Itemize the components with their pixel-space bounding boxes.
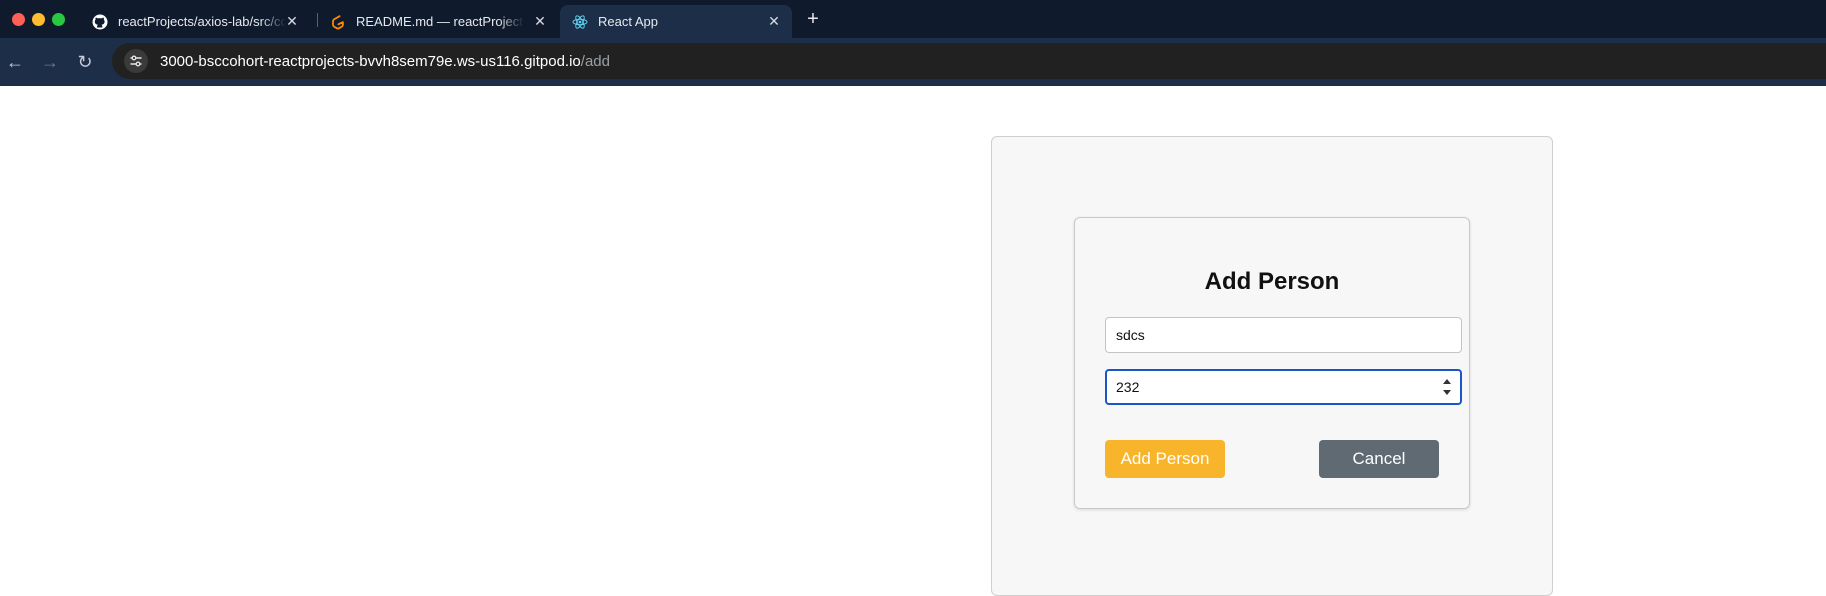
tab-github[interactable]: reactProjects/axios-lab/src/co ✕ [80,5,310,38]
minimize-window-button[interactable] [32,13,45,26]
age-input-value: 232 [1116,379,1140,395]
new-tab-icon[interactable]: + [802,8,824,30]
age-input[interactable]: 232 [1105,369,1462,405]
add-person-form: Add Person sdcs 232 Add Person Cancel [1074,217,1470,509]
react-icon [572,14,588,30]
browser-tab-bar: reactProjects/axios-lab/src/co ✕ README.… [0,0,1826,38]
name-input-value: sdcs [1116,327,1145,343]
add-person-button[interactable]: Add Person [1105,440,1225,478]
reload-icon[interactable]: ↻ [73,50,97,74]
gitpod-icon [330,14,346,30]
forward-arrow-icon[interactable]: → [38,50,62,74]
back-arrow-icon[interactable]: ← [3,50,27,74]
tab-gitpod-readme[interactable]: README.md — reactProjects ✕ [318,5,558,38]
form-title: Add Person [1204,268,1340,295]
tab-title: React App [598,14,658,29]
tab-close-icon[interactable]: ✕ [284,13,300,29]
tab-react-app[interactable]: React App ✕ [560,5,792,38]
site-settings-icon[interactable] [124,49,148,73]
tab-close-icon[interactable]: ✕ [766,13,782,29]
browser-toolbar: ← → ↻ 3000-bsccohort-reactprojects-bvvh8… [0,38,1826,86]
url-path: /add [580,52,610,70]
github-icon [92,14,108,30]
address-bar[interactable]: 3000-bsccohort-reactprojects-bvvh8sem79e… [112,43,1826,79]
cancel-button[interactable]: Cancel [1319,440,1439,478]
number-stepper-icon[interactable] [1442,379,1452,395]
close-window-button[interactable] [12,13,25,26]
name-input[interactable]: sdcs [1105,317,1462,353]
maximize-window-button[interactable] [52,13,65,26]
tab-title: reactProjects/axios-lab/src/co [118,14,286,29]
tab-close-icon[interactable]: ✕ [532,13,548,29]
tab-title: README.md — reactProjects [356,14,524,29]
url-host: 3000-bsccohort-reactprojects-bvvh8sem79e… [160,52,581,70]
